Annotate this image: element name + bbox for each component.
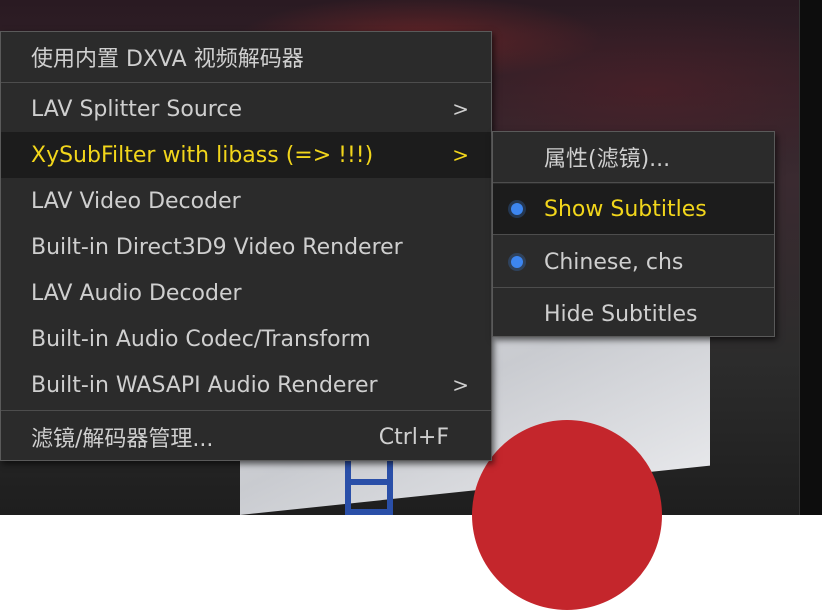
submenu-arrow-icon: > xyxy=(452,97,469,121)
radio-selected-icon xyxy=(511,203,523,215)
menu-separator xyxy=(493,182,774,183)
submenu-arrow-icon: > xyxy=(452,143,469,167)
menu-item-label: LAV Audio Decoder xyxy=(31,280,242,306)
menu-item-label: LAV Video Decoder xyxy=(31,188,241,214)
menu-item-label: Built-in Direct3D9 Video Renderer xyxy=(31,234,403,260)
submenu-item-chinese-chs[interactable]: Chinese, chs xyxy=(493,237,774,287)
menu-item-filter-management[interactable]: 滤镜/解码器管理... Ctrl+F xyxy=(1,414,491,460)
menu-item-lav-video-decoder[interactable]: LAV Video Decoder xyxy=(1,178,491,224)
menu-item-label: LAV Splitter Source xyxy=(31,96,242,122)
submenu-item-properties[interactable]: 属性(滤镜)... xyxy=(493,132,774,182)
menu-separator xyxy=(493,287,774,288)
menu-item-audio-codec[interactable]: Built-in Audio Codec/Transform xyxy=(1,316,491,362)
xysubfilter-submenu: 属性(滤镜)... Show Subtitles Chinese, chs Hi… xyxy=(492,131,775,337)
menu-item-label: XySubFilter with libass (=> !!!) xyxy=(31,142,374,168)
menu-item-label: 属性(滤镜)... xyxy=(544,147,671,172)
menu-item-label: Show Subtitles xyxy=(544,196,707,222)
menu-item-label: 使用内置 DXVA 视频解码器 xyxy=(31,47,304,72)
menu-item-label: Built-in WASAPI Audio Renderer xyxy=(31,372,378,398)
menu-item-builtin-dxva[interactable]: 使用内置 DXVA 视频解码器 xyxy=(1,34,491,80)
menu-item-lav-audio-decoder[interactable]: LAV Audio Decoder xyxy=(1,270,491,316)
submenu-item-show-subtitles[interactable]: Show Subtitles xyxy=(493,184,774,234)
menu-separator xyxy=(1,82,491,83)
menu-item-wasapi-renderer[interactable]: Built-in WASAPI Audio Renderer > xyxy=(1,362,491,408)
filters-context-menu: 使用内置 DXVA 视频解码器 LAV Splitter Source > Xy… xyxy=(0,31,492,461)
menu-separator xyxy=(493,234,774,235)
menu-item-label: Built-in Audio Codec/Transform xyxy=(31,326,371,352)
submenu-arrow-icon: > xyxy=(452,373,469,397)
menu-item-d3d9-renderer[interactable]: Built-in Direct3D9 Video Renderer xyxy=(1,224,491,270)
menu-item-label: 滤镜/解码器管理... xyxy=(31,427,214,452)
menu-item-label: Chinese, chs xyxy=(544,249,684,275)
flag-glyph xyxy=(345,455,393,515)
menu-item-lav-splitter[interactable]: LAV Splitter Source > xyxy=(1,86,491,132)
radio-selected-icon xyxy=(511,256,523,268)
menu-item-label: Hide Subtitles xyxy=(544,301,698,327)
submenu-item-hide-subtitles[interactable]: Hide Subtitles xyxy=(493,289,774,339)
menu-item-shortcut: Ctrl+F xyxy=(378,424,449,450)
flag-sun xyxy=(472,420,662,610)
menu-item-xysubfilter[interactable]: XySubFilter with libass (=> !!!) > xyxy=(1,132,491,178)
menu-separator xyxy=(1,410,491,411)
window-edge xyxy=(799,0,822,515)
